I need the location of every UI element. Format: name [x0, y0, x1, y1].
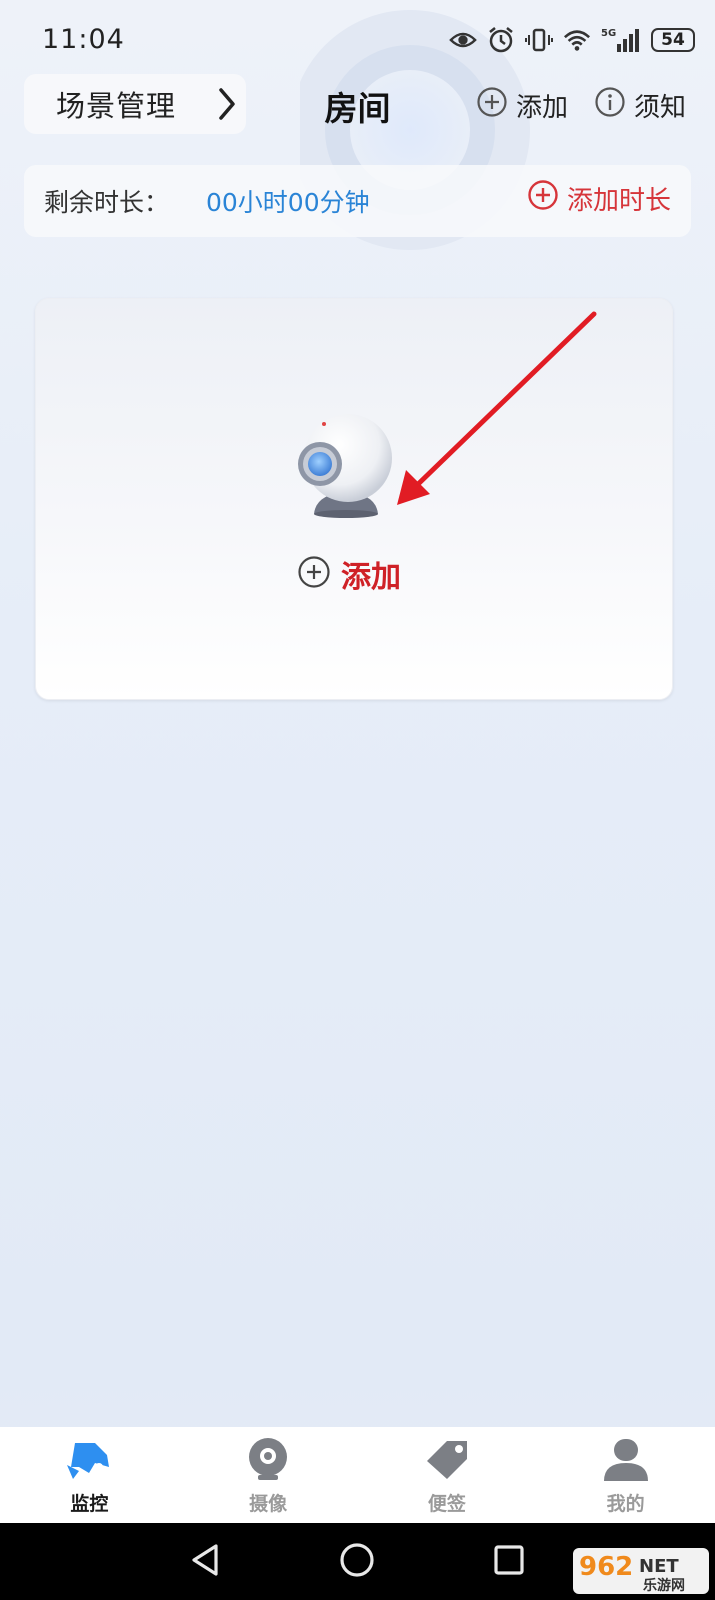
- nav-item-profile[interactable]: 我的: [536, 1427, 715, 1523]
- camera-icon: [244, 1437, 292, 1485]
- remaining-time-bar: 剩余时长： 00小时00分钟 添加时长: [24, 165, 691, 237]
- bottom-nav: 监控 摄像 便签 我的: [0, 1427, 715, 1523]
- chevron-right-icon: [216, 86, 238, 126]
- profile-icon: [602, 1437, 650, 1485]
- nav-item-camera[interactable]: 摄像: [179, 1427, 358, 1523]
- svg-text:962: 962: [579, 1552, 633, 1582]
- webcam-icon: [296, 410, 396, 534]
- add-device-button[interactable]: 添加: [297, 552, 401, 596]
- remaining-time-value: 00小时00分钟: [206, 188, 370, 217]
- plus-circle-red-icon: [527, 179, 559, 218]
- nav-label: 摄像: [249, 1493, 288, 1515]
- recents-button[interactable]: [474, 1523, 544, 1600]
- cellular-icon: 5G: [601, 26, 641, 54]
- battery-icon: 54: [651, 28, 695, 52]
- alarm-icon: [487, 26, 515, 54]
- plus-circle-icon: [297, 555, 331, 593]
- svg-text:5G: 5G: [601, 28, 616, 39]
- svg-text:NET: NET: [639, 1556, 679, 1577]
- watermark-logo: 962 NET 乐游网: [573, 1548, 709, 1594]
- back-triangle-icon: [188, 1542, 222, 1582]
- status-bar: 11:04 5G 54: [0, 0, 715, 84]
- nav-label: 便签: [427, 1493, 466, 1515]
- status-time: 11:04: [42, 24, 125, 55]
- home-button[interactable]: [322, 1523, 392, 1600]
- wifi-icon: [563, 26, 591, 54]
- svg-text:乐游网: 乐游网: [643, 1577, 685, 1594]
- recents-square-icon: [492, 1543, 526, 1581]
- status-icons: 5G 54: [449, 26, 695, 54]
- nav-label: 我的: [606, 1493, 645, 1515]
- add-time-button[interactable]: 添加时长: [527, 179, 671, 218]
- vibrate-icon: [525, 26, 553, 54]
- eye-icon: [449, 26, 477, 54]
- header-add-label: 添加: [516, 93, 569, 123]
- nav-item-notes[interactable]: 便签: [358, 1427, 537, 1523]
- back-button[interactable]: [170, 1523, 240, 1600]
- remaining-time-label: 剩余时长：: [44, 188, 170, 217]
- add-device-label: 添加: [341, 560, 401, 595]
- nav-item-monitor[interactable]: 监控: [0, 1427, 179, 1523]
- notice-label: 须知: [634, 93, 687, 123]
- scene-management-button[interactable]: 场景管理: [24, 74, 246, 134]
- annotation-arrow: [397, 311, 597, 505]
- tag-icon: [423, 1437, 471, 1485]
- home-circle-icon: [338, 1541, 376, 1583]
- notice-button[interactable]: 须知: [594, 86, 686, 125]
- header-add-button[interactable]: 添加: [476, 86, 568, 125]
- plus-circle-icon: [476, 86, 508, 125]
- nav-label: 监控: [70, 1493, 109, 1515]
- scene-management-label: 场景管理: [56, 89, 177, 123]
- monitor-icon: [65, 1437, 113, 1485]
- add-time-label: 添加时长: [566, 186, 671, 216]
- info-icon: [594, 86, 626, 125]
